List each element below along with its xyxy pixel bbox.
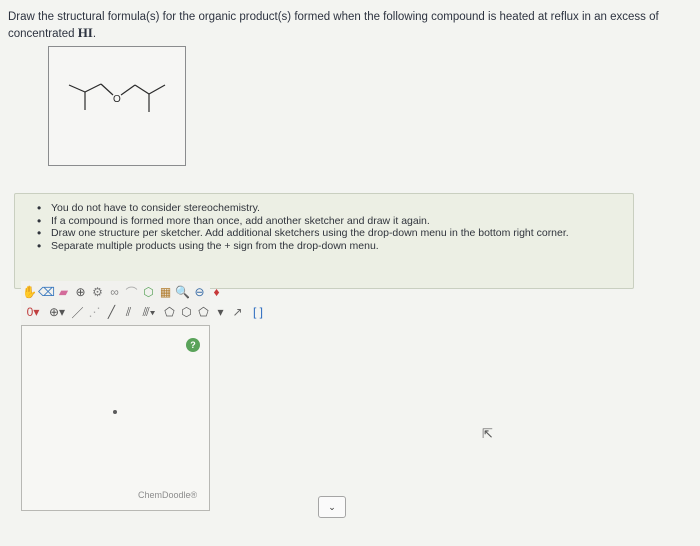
benzene-icon[interactable]: ⬡ (179, 305, 194, 320)
bond-line (120, 84, 136, 96)
erase-icon[interactable]: ⌫ (38, 285, 55, 300)
eraser-icon[interactable]: ▰ (56, 285, 71, 300)
clean-icon[interactable]: ▦ (158, 285, 173, 300)
ring-icon[interactable]: ⚙ (90, 285, 105, 300)
question-text: Draw the structural formula(s) for the o… (8, 11, 659, 40)
ether-structure: O (68, 83, 166, 112)
mouse-cursor-icon: ⇱ (482, 426, 493, 441)
hint-box: You do not have to consider stereochemis… (14, 193, 634, 289)
color-icon[interactable]: ♦ (209, 285, 224, 300)
bond-line (100, 83, 114, 96)
chemdoodle-watermark: ChemDoodle® (138, 490, 198, 500)
chain-icon[interactable]: ⌒ (124, 285, 139, 300)
hint-item: Draw one structure per sketcher. Add add… (35, 227, 569, 240)
triple-bond-icon[interactable]: ⫻▾ (138, 305, 160, 320)
ring-dropdown[interactable]: ▾ (213, 305, 228, 320)
zoom-icon[interactable]: ⊕ (73, 285, 88, 300)
bracket-icon[interactable]: [ ] (247, 305, 269, 320)
arrow-icon[interactable]: ↗ (230, 305, 245, 320)
template-icon[interactable]: ⬡ (141, 285, 156, 300)
oxygen-atom-label: O (113, 94, 121, 105)
search-icon[interactable]: 🔍 (175, 285, 190, 300)
hand-icon[interactable]: ✋ (22, 285, 37, 300)
wedge-bond-icon[interactable]: ⋰ (87, 305, 102, 320)
charge-dropdown[interactable]: 0 ▾ (22, 305, 44, 320)
bond-line (68, 84, 86, 93)
toolbar-row-2: 0 ▾ ⊕▾ ／ ⋰ ╱ ⫽ ⫻▾ ⬠ ⬡ ⬠ ▾ ↗ [ ] (22, 303, 271, 321)
help-icon[interactable]: ? (186, 338, 200, 352)
hint-item: Separate multiple products using the + s… (35, 240, 569, 253)
sketcher-canvas[interactable] (21, 325, 210, 511)
single-bond-icon[interactable]: ／ (70, 305, 85, 320)
structure-box: O (48, 46, 186, 166)
toolbar-row-1: ✋ ⌫ ▰ ⊕ ⚙ ∞ ⌒ ⬡ ▦ 🔍 ⊖ ♦ (22, 283, 226, 301)
bond-line (134, 84, 150, 95)
reagent-label: HI (77, 25, 93, 40)
bond-line (84, 83, 102, 93)
cyclopentane-icon[interactable]: ⬠ (162, 305, 177, 320)
canvas-dot (113, 410, 117, 414)
hint-item: If a compound is formed more than once, … (35, 215, 569, 228)
bond-icon[interactable]: ╱ (104, 305, 119, 320)
chevron-down-icon: ⌄ (328, 501, 336, 512)
lasso-icon[interactable]: ∞ (107, 285, 122, 300)
zoom-out-icon[interactable]: ⊖ (192, 285, 207, 300)
double-bond-icon[interactable]: ⫽ (121, 305, 136, 320)
add-atom-icon[interactable]: ⊕▾ (46, 305, 68, 320)
hint-list: You do not have to consider stereochemis… (35, 202, 569, 253)
bond-line (148, 84, 166, 95)
hint-item: You do not have to consider stereochemis… (35, 202, 569, 215)
add-sketcher-dropdown[interactable]: ⌄ (318, 496, 346, 518)
cyclohexane-icon[interactable]: ⬠ (196, 305, 211, 320)
